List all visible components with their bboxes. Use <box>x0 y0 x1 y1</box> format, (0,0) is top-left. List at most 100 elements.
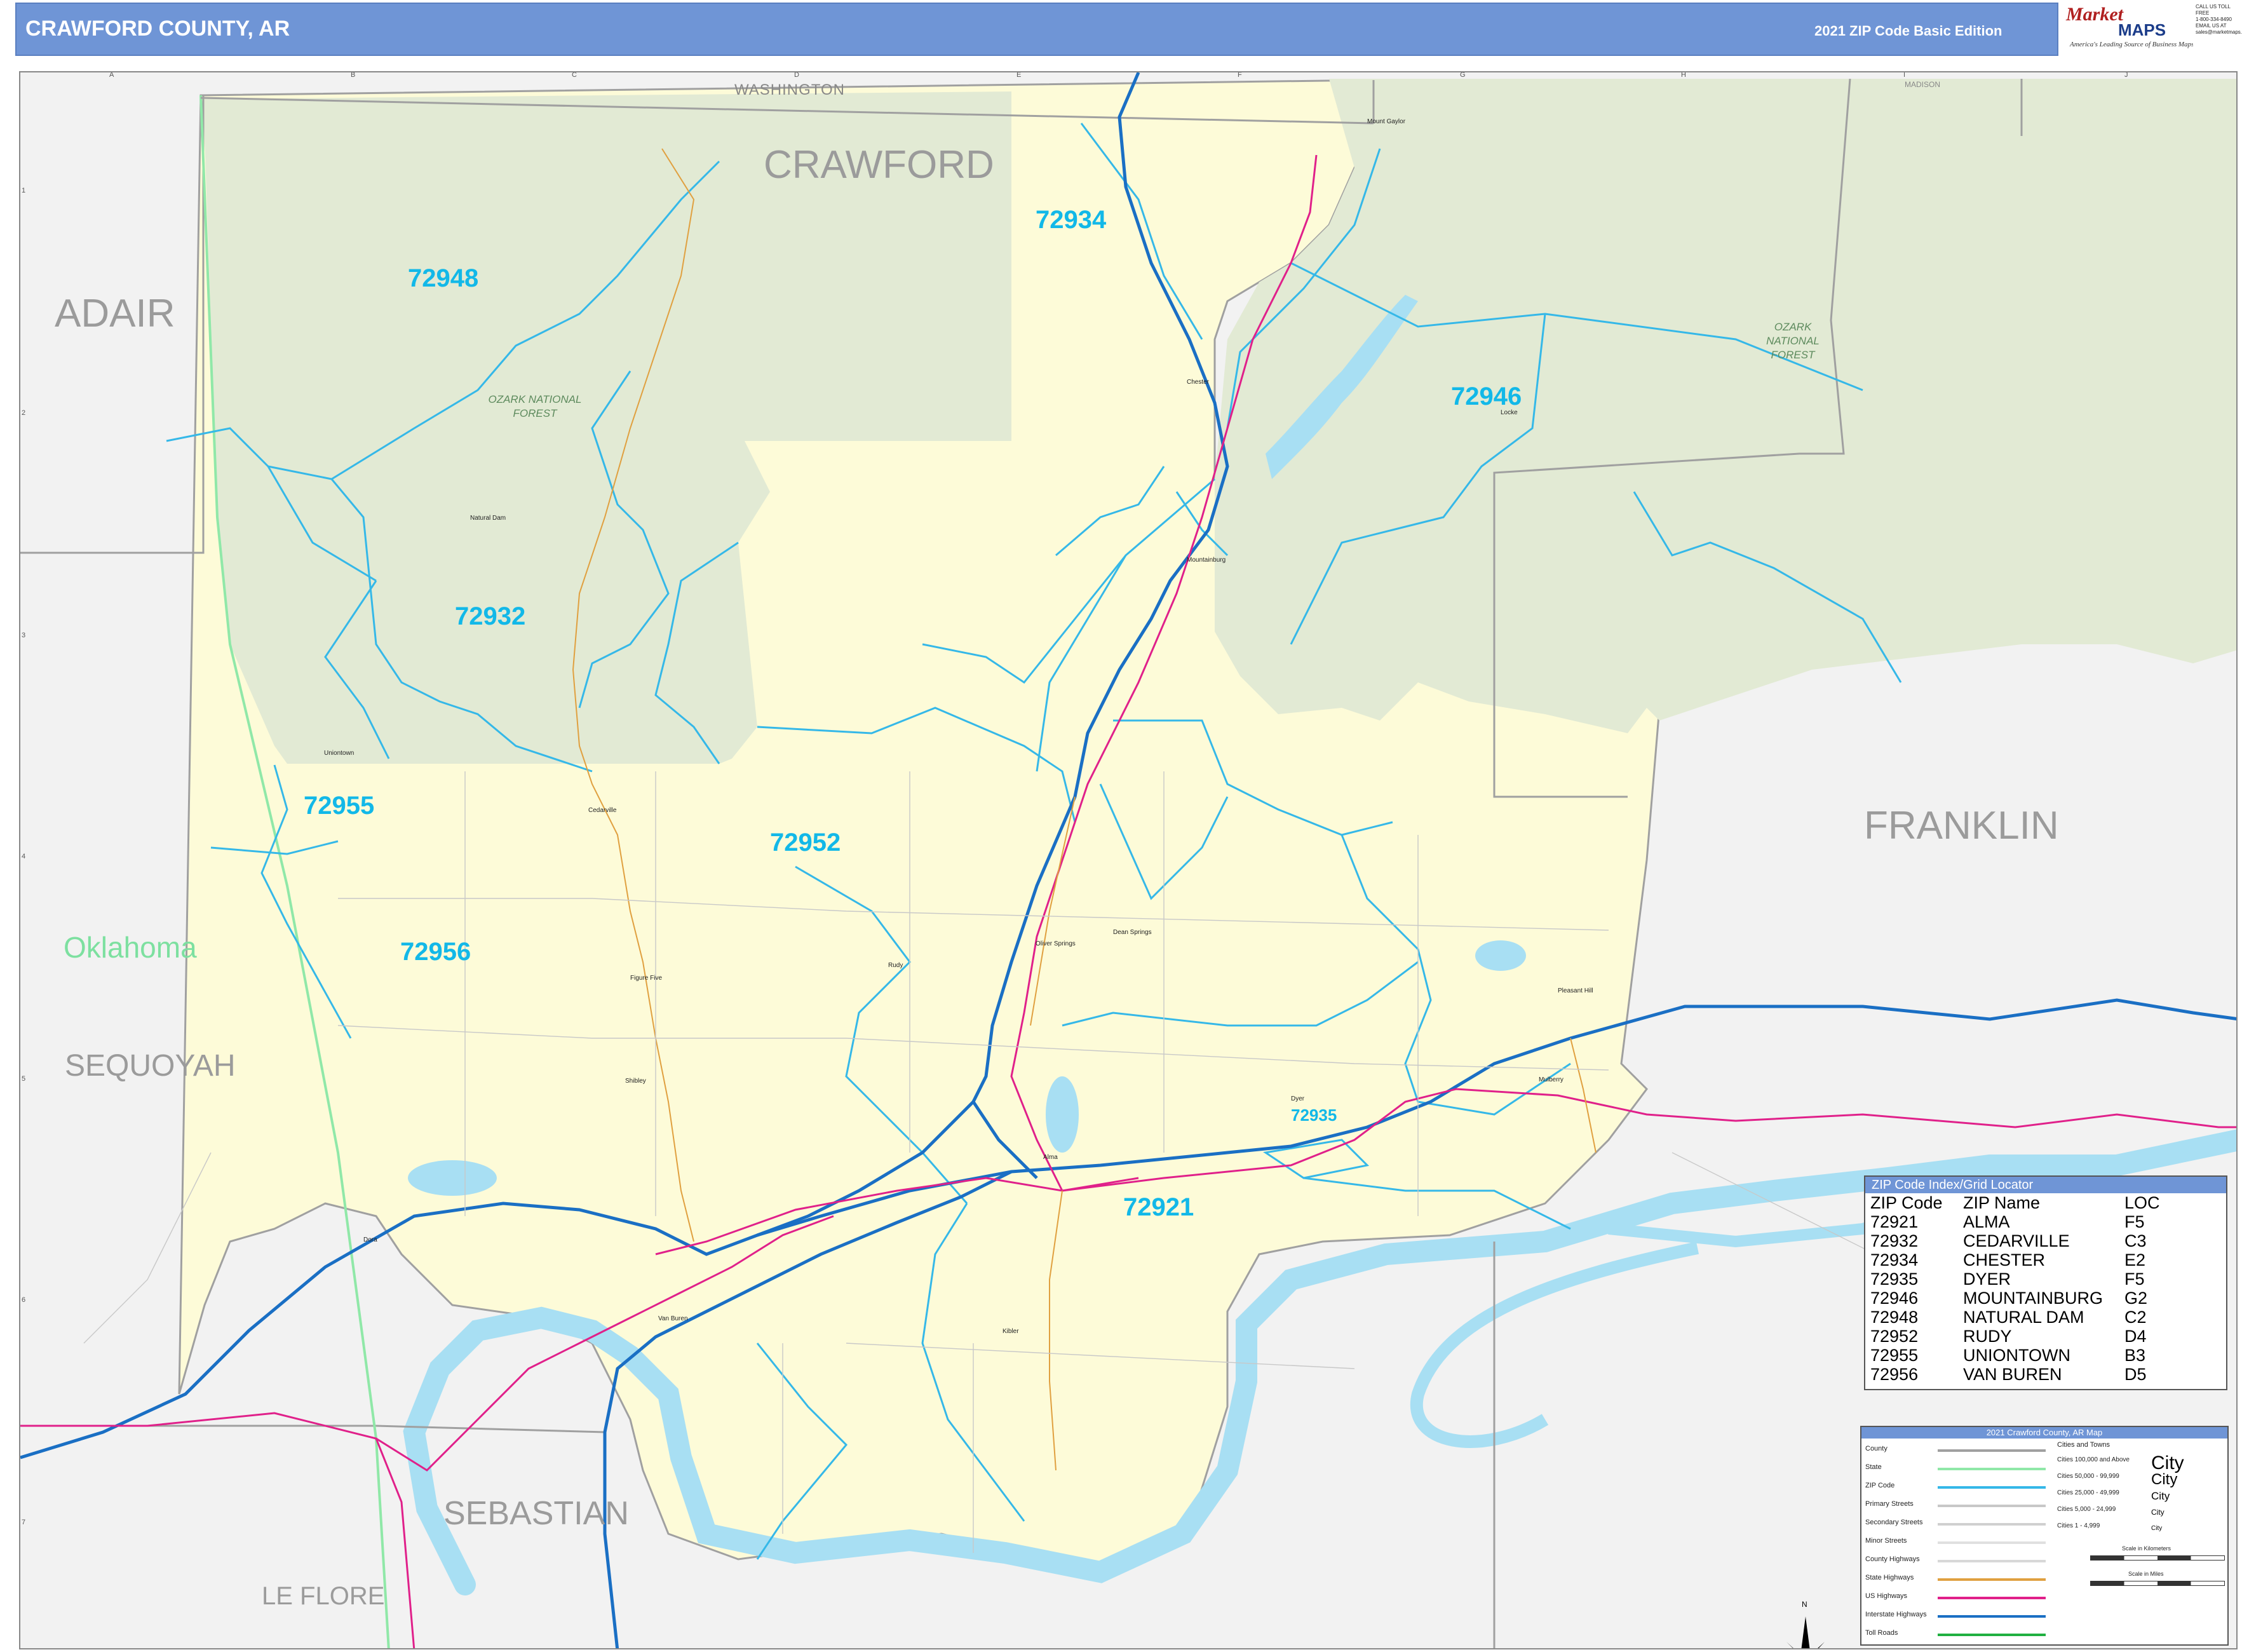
grid-number: 6 <box>22 1296 26 1304</box>
grid-number: 4 <box>22 853 26 860</box>
scale-bar-mi <box>2090 1581 2225 1586</box>
name-cell: ALMA <box>1963 1212 2010 1231</box>
name-cell: CHESTER <box>1963 1250 2046 1269</box>
town-label: Natural Dam <box>470 515 506 522</box>
scale-km-label: Scale in Kilometers <box>2122 1545 2171 1552</box>
legend-item-swatch <box>1938 1523 2046 1526</box>
county-label-adair: ADAIR <box>55 292 175 335</box>
grid-letter: G <box>1460 71 1466 79</box>
name-cell: MOUNTAINBURG <box>1963 1289 2103 1308</box>
zip-label-72955: 72955 <box>304 792 375 820</box>
town-label: Dora <box>363 1236 377 1243</box>
loc-cell: C2 <box>2124 1308 2147 1327</box>
county-label-franklin: FRANKLIN <box>1864 804 2059 848</box>
legend-city-class: Cities 1 - 4,999 <box>2057 1522 2100 1529</box>
loc-cell: C3 <box>2124 1231 2147 1250</box>
zip-label-72952: 72952 <box>770 829 841 856</box>
table-row: 72932 CEDARVILLE C3 <box>1870 1231 2188 1250</box>
legend-item-swatch <box>1938 1578 2046 1581</box>
map-edition: 2021 ZIP Code Basic Edition <box>1814 23 2002 39</box>
table-row: 72946 MOUNTAINBURG G2 <box>1870 1289 2188 1308</box>
legend-item-label: US Highways <box>1865 1592 1908 1600</box>
name-cell: DYER <box>1963 1269 2011 1289</box>
town-label: Kibler <box>1003 1328 1019 1335</box>
map-svg <box>20 72 2236 1648</box>
forest-label-east: OZARK NATIONAL FOREST <box>1766 321 1820 361</box>
loc-cell: E2 <box>2124 1250 2146 1269</box>
header-bar: CRAWFORD COUNTY, AR 2021 ZIP Code Basic … <box>15 3 2058 56</box>
zip-cell: 72955 <box>1870 1346 1919 1365</box>
zip-index-grid: ZIP Code ZIP Name LOC 72921 ALMA F5 72932 C… <box>1870 1193 2188 1384</box>
legend-item-label: State Highways <box>1865 1574 1914 1581</box>
table-row: 72921 ALMA F5 <box>1870 1212 2188 1231</box>
contact-box: CALL US TOLL FREE 1-800-334-8490 EMAIL U… <box>2193 1 2242 53</box>
name-cell: CEDARVILLE <box>1963 1231 2070 1250</box>
legend-title: 2021 Crawford County, AR Map <box>1861 1427 2227 1439</box>
zip-cell: 72935 <box>1870 1269 1919 1289</box>
name-cell: VAN BUREN <box>1963 1365 2062 1384</box>
lake-west <box>408 1160 497 1196</box>
zip-index-header-row: ZIP Code ZIP Name LOC <box>1870 1193 2188 1212</box>
legend-item-swatch <box>1938 1449 2046 1452</box>
table-row: 72935 DYER F5 <box>1870 1269 2188 1289</box>
town-label: Van Buren <box>658 1315 688 1322</box>
zip-label-72946: 72946 <box>1451 383 1522 410</box>
map-canvas[interactable]: A B C D E F G H I J 1 2 3 4 5 6 7 WASHIN… <box>19 71 2238 1649</box>
county-label-sequoyah: SEQUOYAH <box>65 1049 236 1083</box>
compass-rose: N S W E <box>1761 1600 1850 1648</box>
legend-item-swatch <box>1938 1486 2046 1489</box>
county-label-washington: WASHINGTON <box>734 81 846 98</box>
legend-city-class: Cities 5,000 - 24,999 <box>2057 1506 2116 1513</box>
town-label: Dean Springs <box>1113 929 1152 936</box>
lake-central <box>1046 1076 1079 1153</box>
zip-cell: 72934 <box>1870 1250 1919 1269</box>
contact-line: sales@marketmaps.com <box>2196 29 2242 35</box>
market-maps-logo: Market MAPS America's Leading Source of … <box>2063 1 2194 53</box>
grid-letter: J <box>2124 71 2128 79</box>
zip-label-72948: 72948 <box>408 264 479 292</box>
grid-letter: D <box>794 71 799 79</box>
name-cell: NATURAL DAM <box>1963 1308 2084 1327</box>
zip-label-72921: 72921 <box>1123 1193 1194 1221</box>
table-row: 72948 NATURAL DAM C2 <box>1870 1308 2188 1327</box>
town-label: Locke <box>1501 409 1518 416</box>
legend-item-swatch <box>1938 1560 2046 1562</box>
town-label: Mountainburg <box>1187 557 1226 564</box>
town-label: Dyer <box>1291 1095 1305 1102</box>
legend-item-swatch <box>1938 1505 2046 1507</box>
zip-cell: 72921 <box>1870 1212 1919 1231</box>
lake-east <box>1475 940 1526 971</box>
legend-item-label: Toll Roads <box>1865 1629 1898 1637</box>
town-label: Mount Gaylor <box>1367 118 1406 125</box>
legend-cities-title: Cities and Towns <box>2057 1441 2110 1449</box>
town-label: Uniontown <box>324 750 355 757</box>
logo-text-market: Market <box>2066 4 2123 25</box>
logo-text-maps: MAPS <box>2118 20 2166 39</box>
town-label: Rudy <box>888 962 903 969</box>
legend-city-sample: City <box>2151 1489 2170 1502</box>
zip-cell: 72952 <box>1870 1327 1919 1346</box>
legend-item-swatch <box>1938 1541 2046 1544</box>
grid-letter: E <box>1016 71 1022 79</box>
legend-city-sample: City <box>2151 1508 2164 1517</box>
map-title: CRAWFORD COUNTY, AR <box>25 17 290 41</box>
scale-bar-km <box>2090 1555 2225 1561</box>
grid-number: 5 <box>22 1075 26 1083</box>
zip-cell: 72932 <box>1870 1231 1919 1250</box>
town-label: Alma <box>1043 1154 1058 1161</box>
loc-cell: G2 <box>2124 1289 2148 1308</box>
column-header: ZIP Code <box>1870 1193 1943 1212</box>
loc-cell: B3 <box>2124 1346 2146 1365</box>
contact-line: CALL US TOLL FREE <box>2196 4 2231 16</box>
zip-cell: 72948 <box>1870 1308 1919 1327</box>
legend-city-class: Cities 50,000 - 99,999 <box>2057 1473 2119 1480</box>
grid-letter: I <box>1903 71 1906 79</box>
table-row: 72952 RUDY D4 <box>1870 1327 2188 1346</box>
zip-cell: 72946 <box>1870 1289 1919 1308</box>
legend-item-swatch <box>1938 1597 2046 1599</box>
legend-item-label: ZIP Code <box>1865 1482 1895 1489</box>
table-row: 72934 CHESTER E2 <box>1870 1250 2188 1269</box>
column-header: LOC <box>2124 1193 2160 1212</box>
town-label: Pleasant Hill <box>1558 987 1593 994</box>
grid-number: 7 <box>22 1519 26 1526</box>
